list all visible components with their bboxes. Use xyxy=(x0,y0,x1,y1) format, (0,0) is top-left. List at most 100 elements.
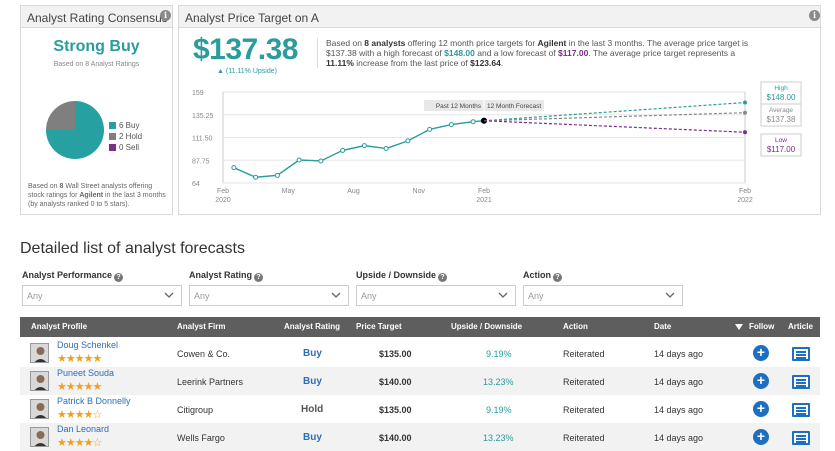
x-tick-year: 2020 xyxy=(215,197,231,204)
series-name: Average xyxy=(769,107,793,114)
col-date[interactable]: Date xyxy=(654,322,671,331)
y-tick-label: 111.50 xyxy=(192,136,212,143)
col-upside-downside[interactable]: Upside / Downside xyxy=(451,322,522,331)
avatar[interactable] xyxy=(30,371,49,391)
price-target: $135.00 xyxy=(379,405,412,415)
sort-down-icon[interactable] xyxy=(735,324,743,331)
forecast-average-point xyxy=(743,110,747,115)
chevron-down-icon xyxy=(164,292,174,298)
forecast-high-label: High$148.00 xyxy=(760,81,802,105)
consensus-footnote: Based on 8 Wall Street analysts offering… xyxy=(28,183,166,208)
table-row: Patrick B Donnelly ★★★★☆ Citigroup Hold $135… xyxy=(20,395,820,423)
x-tick-year: 2022 xyxy=(737,197,753,204)
analyst-name-link[interactable]: Puneet Souda xyxy=(57,368,114,378)
article-icon[interactable] xyxy=(792,347,810,361)
info-icon[interactable]: i xyxy=(809,10,820,21)
article-icon[interactable] xyxy=(792,375,810,389)
price-target-panel: Analyst Price Target on A i $137.38 ▲ (1… xyxy=(178,5,821,215)
x-tick-label: Nov xyxy=(413,188,426,195)
x-tick-label: Feb xyxy=(739,188,751,195)
consensus-subtitle: Based on 8 Analyst Ratings xyxy=(53,61,140,68)
star-rating: ★★★★☆ xyxy=(57,437,102,449)
forecast-period-label: 12 Month Forecast xyxy=(487,103,541,110)
forecast-average-label: Average$137.38 xyxy=(760,103,802,127)
analyst-rating: Buy xyxy=(303,432,322,443)
forecast-table-header: Analyst Profile Analyst Firm Analyst Rat… xyxy=(20,317,820,337)
price-target-chart: 159 135.25 111.50 87.75 64 Feb 2020 May Aug Nov Fe… xyxy=(192,81,802,204)
analyst-rating-select[interactable]: Any xyxy=(189,285,349,306)
help-icon[interactable]: ? xyxy=(438,273,448,282)
analyst-name-link[interactable]: Patrick B Donnelly xyxy=(57,396,131,406)
avatar[interactable] xyxy=(30,427,49,447)
action: Reiterated xyxy=(563,405,605,415)
y-tick-label: 135.25 xyxy=(192,113,214,120)
filter-label-action: Action? xyxy=(523,270,562,282)
price-target: $135.00 xyxy=(379,349,412,359)
chevron-down-icon xyxy=(331,292,341,298)
analyst-firm: Citigroup xyxy=(177,405,214,415)
avatar[interactable] xyxy=(30,399,49,419)
x-tick-label: May xyxy=(282,188,296,195)
pie-slice-hold xyxy=(46,101,75,130)
chevron-down-icon xyxy=(498,292,508,298)
price-point xyxy=(361,143,367,149)
help-icon[interactable]: ? xyxy=(114,273,124,282)
col-analyst-firm[interactable]: Analyst Firm xyxy=(177,322,225,331)
price-point xyxy=(296,157,302,163)
col-analyst-rating[interactable]: Analyst Rating xyxy=(284,322,340,331)
price-point xyxy=(470,119,476,125)
analyst-firm: Leerink Partners xyxy=(177,377,244,387)
consensus-header: Analyst Rating Consensus xyxy=(21,6,172,28)
article-icon[interactable] xyxy=(792,403,810,417)
table-row: Dan Leonard ★★★★☆ Wells Fargo Buy $140.00 13.… xyxy=(20,423,820,451)
forecast-low-label: Low$117.00 xyxy=(760,133,802,157)
consensus-rating: Strong Buy xyxy=(53,38,140,55)
rating-pie-chart xyxy=(46,101,104,159)
price-point xyxy=(427,126,433,132)
filter-label-rating: Analyst Rating? xyxy=(189,270,264,282)
article-icon[interactable] xyxy=(792,431,810,445)
price-target: $140.00 xyxy=(379,433,412,443)
y-tick-label: 159 xyxy=(192,90,204,97)
upside-value: 9.19% xyxy=(486,349,512,359)
upside-value: 13.23% xyxy=(483,433,514,443)
analyst-firm: Wells Fargo xyxy=(177,433,225,443)
action: Reiterated xyxy=(563,349,605,359)
info-icon[interactable]: i xyxy=(160,10,171,21)
price-point xyxy=(253,174,259,180)
upside-downside-select[interactable]: Any xyxy=(356,285,516,306)
x-tick-label: Feb xyxy=(217,188,229,195)
col-price-target[interactable]: Price Target xyxy=(356,322,402,331)
date: 14 days ago xyxy=(654,349,704,359)
follow-button[interactable]: + xyxy=(753,429,769,445)
star-rating: ★★★★☆ xyxy=(57,409,102,421)
follow-button[interactable]: + xyxy=(753,373,769,389)
col-analyst-profile[interactable]: Analyst Profile xyxy=(31,322,87,331)
action-select[interactable]: Any xyxy=(523,285,683,306)
action: Reiterated xyxy=(563,433,605,443)
upside-value: 13.23% xyxy=(483,377,514,387)
date: 14 days ago xyxy=(654,405,704,415)
avatar[interactable] xyxy=(30,343,49,363)
analyst-name-link[interactable]: Dan Leonard xyxy=(57,424,109,434)
follow-button[interactable]: + xyxy=(753,345,769,361)
star-rating: ★★★★★ xyxy=(57,353,102,365)
price-target-header: Analyst Price Target on A xyxy=(179,6,820,28)
date: 14 days ago xyxy=(654,433,704,443)
help-icon[interactable]: ? xyxy=(254,273,264,282)
filter-label-upside: Upside / Downside? xyxy=(356,270,448,282)
follow-button[interactable]: + xyxy=(753,401,769,417)
chevron-down-icon xyxy=(665,292,675,298)
y-tick-label: 87.75 xyxy=(192,158,210,165)
analyst-performance-select[interactable]: Any xyxy=(22,285,182,306)
col-action[interactable]: Action xyxy=(563,322,588,331)
legend-hold: 2 Hold xyxy=(109,131,142,142)
rating-legend: 6 Buy 2 Hold 0 Sell xyxy=(109,120,142,153)
sell-swatch xyxy=(109,144,116,151)
analyst-rating: Buy xyxy=(303,376,322,387)
help-icon[interactable]: ? xyxy=(553,273,562,282)
analyst-name-link[interactable]: Doug Schenkel xyxy=(57,340,118,350)
upside-indicator: ▲ (11.11% Upside) xyxy=(217,68,277,75)
price-point xyxy=(274,172,280,178)
table-row: Doug Schenkel ★★★★★ Cowen & Co. Buy $135.00 9… xyxy=(20,339,820,367)
